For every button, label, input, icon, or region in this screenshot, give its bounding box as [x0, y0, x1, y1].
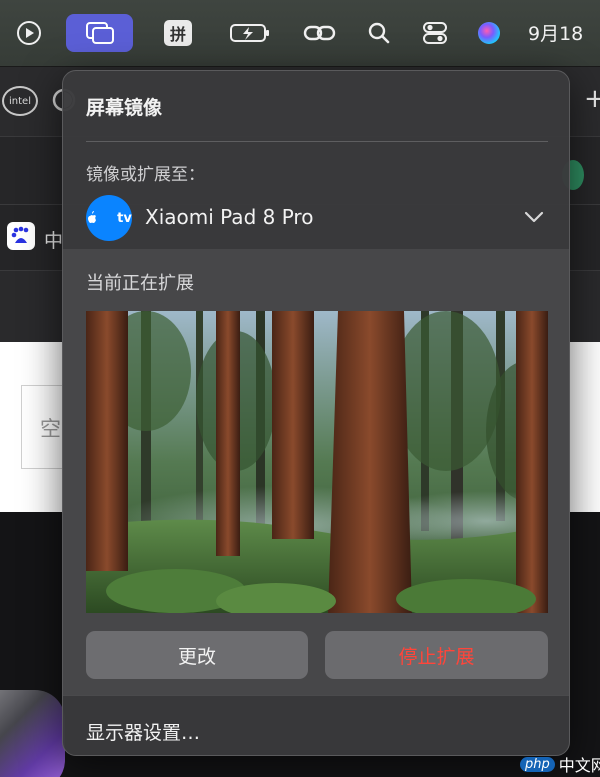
display-settings-link[interactable]: 显示器设置…	[86, 718, 200, 745]
watermark-text: 中文网	[558, 756, 600, 775]
background-box-text: 空	[40, 417, 61, 441]
divider	[63, 695, 569, 696]
watermark-badge: php	[520, 756, 555, 772]
change-button[interactable]: 更改	[86, 631, 308, 679]
watermark: php 中文网	[520, 752, 600, 776]
device-row[interactable]: tv Xiaomi Pad 8 Pro	[77, 189, 557, 247]
input-method-label: 拼	[163, 20, 192, 46]
display-preview	[86, 311, 548, 613]
intel-tab-icon[interactable]: intel	[2, 86, 38, 116]
bookmark-label[interactable]: 中	[44, 226, 63, 253]
laptop-image	[0, 690, 65, 777]
divider	[86, 141, 548, 142]
screen-mirroring-icon[interactable]	[66, 14, 133, 52]
baidu-icon[interactable]	[7, 222, 35, 250]
control-center-icon[interactable]	[420, 14, 450, 52]
popover-title: 屏幕镜像	[86, 97, 163, 119]
menu-bar-clock[interactable]: 9月18	[528, 19, 583, 46]
device-icon-text: tv	[117, 210, 132, 226]
currently-extending-label: 当前正在扩展	[86, 273, 194, 294]
forest-wallpaper	[86, 311, 548, 613]
link-icon[interactable]	[300, 14, 340, 52]
screen-mirroring-popover: 屏幕镜像 镜像或扩展至： tv Xiaomi Pad 8 Pro 当前正在扩展	[62, 70, 570, 756]
play-circle-icon[interactable]	[10, 14, 48, 52]
mirror-or-extend-label: 镜像或扩展至：	[86, 165, 205, 185]
new-tab-icon[interactable]: +	[584, 84, 600, 114]
device-name: Xiaomi Pad 8 Pro	[145, 205, 314, 229]
input-method-icon[interactable]: 拼	[158, 14, 198, 52]
extending-section: 当前正在扩展 更改 停止扩展	[63, 249, 569, 695]
appletv-icon: tv	[86, 195, 132, 241]
search-icon[interactable]	[364, 14, 394, 52]
menu-bar: 拼 9月18	[0, 0, 600, 66]
chevron-down-icon[interactable]	[523, 206, 545, 228]
stop-extending-button[interactable]: 停止扩展	[325, 631, 548, 679]
battery-charging-icon[interactable]	[228, 14, 272, 52]
siri-icon[interactable]	[474, 14, 504, 52]
